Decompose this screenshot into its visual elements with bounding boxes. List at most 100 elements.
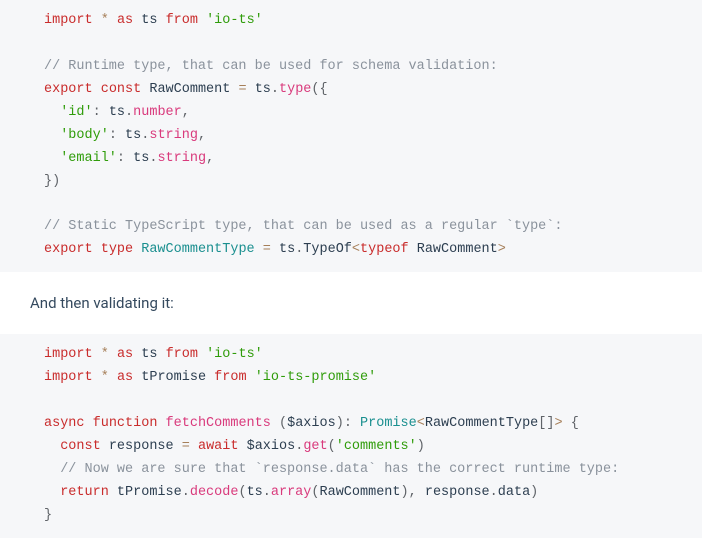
id-response: response [425,485,490,500]
str-body: 'body' [60,128,109,143]
id-axios: $axios [287,416,336,431]
id-ts: ts [125,128,141,143]
id-rawcommenttype: RawCommentType [425,416,538,431]
op-star: * [101,13,109,28]
op-star: * [101,347,109,362]
prose-text: And then validating it: [0,272,702,334]
kw-as: as [117,347,133,362]
id-data: data [498,485,530,500]
id-tpromise: tPromise [141,370,206,385]
kw-import: import [44,370,93,385]
fn-type: type [279,82,311,97]
punct-paren: ( [238,485,246,500]
punct-paren: ( [311,485,319,500]
id-rawcomment: RawComment [149,82,230,97]
punct-paren: ) [401,485,409,500]
punct-dot: . [490,485,498,500]
id-rawcomment: RawComment [417,242,498,257]
fn-number: number [133,105,182,120]
fn-get: get [303,439,327,454]
id-response: response [109,439,174,454]
punct-comma: , [206,151,214,166]
id-ts: ts [133,151,149,166]
fn-string: string [157,151,206,166]
op-eq: = [238,82,246,97]
op-eq: = [182,439,190,454]
punct-dot: . [125,105,133,120]
id-ts: ts [141,347,157,362]
str-iots: 'io-ts' [206,13,263,28]
op-lt: < [417,416,425,431]
punct-comma: , [198,128,206,143]
punct-paren: ) [52,174,60,189]
kw-from: from [166,347,198,362]
punct-paren: ( [328,439,336,454]
type-promise: Promise [360,416,417,431]
punct-bracket: ] [546,416,554,431]
punct-colon: : [117,151,125,166]
punct-paren: ) [530,485,538,500]
punct-brace: } [44,508,52,523]
id-ts: ts [279,242,295,257]
kw-as: as [117,370,133,385]
id-axios: $axios [247,439,296,454]
kw-const: const [101,82,142,97]
kw-await: await [198,439,239,454]
str-comments: 'comments' [336,439,417,454]
op-gt: > [555,416,563,431]
punct-paren: ) [336,416,344,431]
punct-brace: { [571,416,579,431]
op-star: * [101,370,109,385]
code-block-1: import * as ts from 'io-ts' // Runtime t… [0,0,702,272]
id-ts: ts [141,13,157,28]
op-lt: < [352,242,360,257]
kw-const: const [60,439,101,454]
punct-brace: { [320,82,328,97]
comment: // Now we are sure that `response.data` … [60,462,619,477]
kw-return: return [60,485,109,500]
kw-as: as [117,13,133,28]
code-content-1: import * as ts from 'io-ts' // Runtime t… [0,10,702,262]
kw-async: async [44,416,85,431]
id-typeof: TypeOf [303,242,352,257]
punct-colon: : [93,105,101,120]
fn-string: string [149,128,198,143]
kw-typeof: typeof [360,242,409,257]
id-ts: ts [247,485,263,500]
kw-import: import [44,13,93,28]
punct-colon: : [344,416,352,431]
punct-dot: . [263,485,271,500]
kw-function: function [93,416,158,431]
str-email: 'email' [60,151,117,166]
id-ts: ts [255,82,271,97]
punct-comma: , [182,105,190,120]
fn-decode: decode [190,485,239,500]
kw-from: from [166,13,198,28]
comment: // Runtime type, that can be used for sc… [44,59,498,74]
op-eq: = [263,242,271,257]
str-iotspromise: 'io-ts-promise' [255,370,377,385]
op-gt: > [498,242,506,257]
punct-colon: : [109,128,117,143]
punct-comma: , [409,485,417,500]
code-content-2: import * as ts from 'io-ts' import * as … [0,344,702,528]
fn-array: array [271,485,312,500]
id-rawcomment: RawComment [320,485,401,500]
kw-export: export [44,82,93,97]
punct-dot: . [271,82,279,97]
str-iots: 'io-ts' [206,347,263,362]
punct-paren: ) [417,439,425,454]
str-id: 'id' [60,105,92,120]
page: import * as ts from 'io-ts' // Runtime t… [0,0,702,538]
code-block-2: import * as ts from 'io-ts' import * as … [0,334,702,538]
kw-type: type [101,242,133,257]
kw-from: from [214,370,246,385]
punct-dot: . [182,485,190,500]
kw-import: import [44,347,93,362]
comment: // Static TypeScript type, that can be u… [44,219,562,234]
id-ts: ts [109,105,125,120]
type-rawcommenttype: RawCommentType [141,242,254,257]
punct-paren: ( [311,82,319,97]
punct-brace: } [44,174,52,189]
kw-export: export [44,242,93,257]
